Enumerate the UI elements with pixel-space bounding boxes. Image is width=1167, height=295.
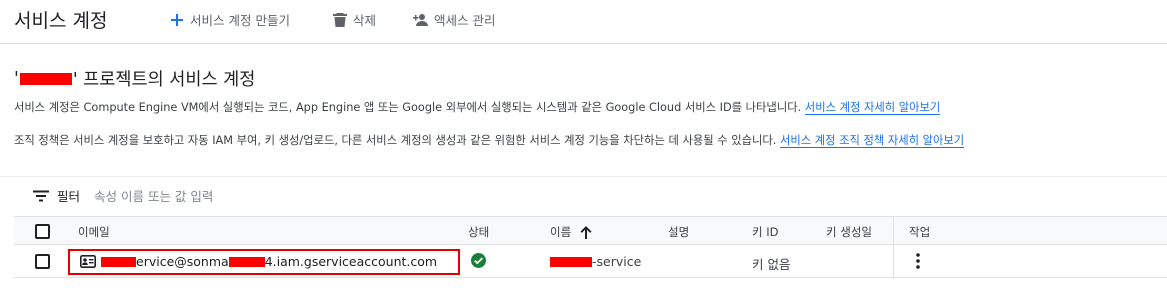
create-service-account-button[interactable]: 서비스 계정 만들기 bbox=[170, 10, 290, 29]
redacted-name bbox=[550, 256, 592, 267]
filter-label: 필터 bbox=[57, 189, 81, 204]
learn-more-org-policy-link[interactable]: 서비스 계정 조직 정책 자세히 알아보기 bbox=[779, 134, 965, 148]
section-divider bbox=[0, 176, 1167, 177]
column-name-label: 이름 bbox=[550, 225, 572, 239]
section-title-suffix: ' 프로젝트의 서비스 계정 bbox=[72, 70, 256, 90]
filter-icon bbox=[33, 190, 49, 201]
learn-more-service-accounts-link[interactable]: 서비스 계정 자세히 알아보기 bbox=[804, 101, 941, 115]
row-actions-menu[interactable] bbox=[916, 252, 920, 270]
status-cell bbox=[471, 253, 486, 268]
page-title: 서비스 계정 bbox=[14, 10, 108, 32]
delete-button[interactable]: 삭제 bbox=[333, 10, 376, 29]
column-description[interactable]: 설명 bbox=[668, 224, 689, 240]
name-cell: -service bbox=[550, 254, 641, 269]
section-title: ' ' 프로젝트의 서비스 계정 bbox=[14, 66, 255, 91]
create-service-account-label: 서비스 계정 만들기 bbox=[190, 13, 290, 28]
trash-icon bbox=[333, 13, 347, 27]
policy-text: 조직 정책은 서비스 계정을 보호하고 자동 IAM 부여, 키 생성/업로드,… bbox=[14, 134, 777, 147]
plus-icon bbox=[171, 13, 183, 26]
select-all-checkbox[interactable] bbox=[35, 224, 50, 239]
more-vert-icon bbox=[916, 253, 920, 269]
column-key-created[interactable]: 키 생성일 bbox=[826, 224, 872, 240]
row-checkbox[interactable] bbox=[35, 254, 50, 269]
filter-input[interactable]: 속성 이름 또는 값 입력 bbox=[94, 186, 213, 205]
manage-access-button[interactable]: 액세스 관리 bbox=[411, 10, 495, 29]
name-suffix: -service bbox=[592, 254, 642, 269]
add-person-icon bbox=[413, 13, 428, 26]
policy-paragraph: 조직 정책은 서비스 계정을 보호하고 자동 IAM 부여, 키 생성/업로드,… bbox=[14, 132, 965, 148]
column-name[interactable]: 이름 bbox=[550, 224, 592, 240]
service-account-icon bbox=[80, 255, 96, 268]
manage-access-label: 액세스 관리 bbox=[434, 13, 496, 28]
delete-label: 삭제 bbox=[353, 13, 377, 28]
redacted-email-project bbox=[228, 256, 265, 267]
email-cell[interactable]: ervice@sonma 4.iam.gserviceaccount.com bbox=[80, 254, 437, 269]
email-text-part1: ervice@sonma bbox=[136, 254, 229, 269]
table-header: 이메일 상태 이름 설명 키 ID 키 생성일 작업 bbox=[14, 217, 1167, 245]
description-paragraph: 서비스 계정은 Compute Engine VM에서 실행되는 코드, App… bbox=[14, 99, 941, 115]
column-actions: 작업 bbox=[909, 225, 931, 239]
header-bar: 서비스 계정 서비스 계정 만들기 삭제 액세스 관리 bbox=[0, 0, 1167, 44]
table-row[interactable]: ervice@sonma 4.iam.gserviceaccount.com -… bbox=[14, 246, 1167, 278]
column-key-id[interactable]: 키 ID bbox=[752, 224, 778, 240]
email-text-part2: 4.iam.gserviceaccount.com bbox=[264, 254, 438, 269]
section-title-prefix: ' bbox=[14, 68, 19, 89]
filter-bar[interactable]: 필터 속성 이름 또는 값 입력 bbox=[33, 186, 213, 205]
key-id-cell: 키 없음 bbox=[752, 257, 791, 272]
column-email[interactable]: 이메일 bbox=[78, 224, 110, 240]
description-text: 서비스 계정은 Compute Engine VM에서 실행되는 코드, App… bbox=[14, 101, 802, 114]
sort-ascending-icon bbox=[580, 225, 592, 239]
redacted-email-prefix bbox=[101, 256, 136, 267]
column-status[interactable]: 상태 bbox=[468, 224, 489, 240]
redacted-project-name bbox=[19, 72, 72, 85]
check-circle-icon bbox=[471, 253, 486, 268]
